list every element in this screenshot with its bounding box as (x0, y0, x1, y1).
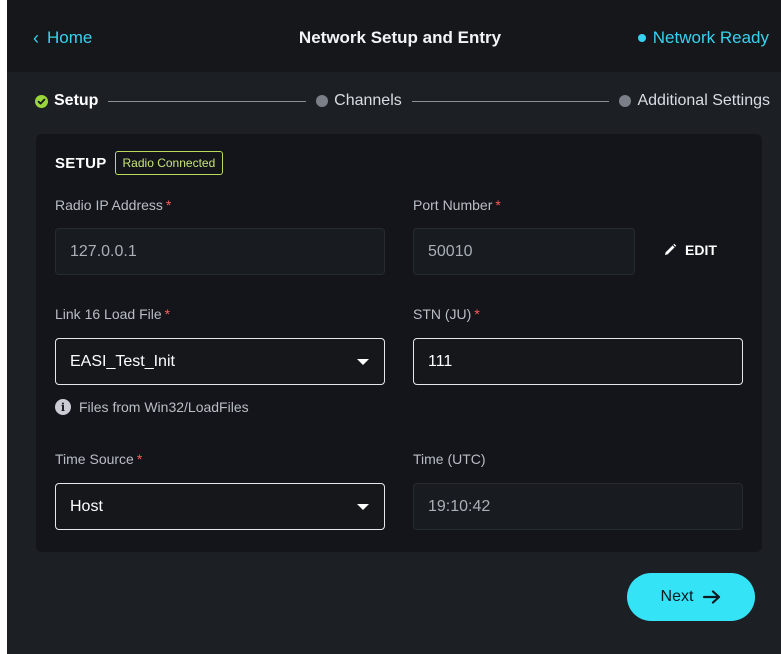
stn-value: 111 (428, 352, 453, 370)
port-number-label: Port Number * (413, 196, 501, 214)
setup-card: SETUP Radio Connected Radio IP Address * … (36, 134, 762, 552)
radio-connected-badge: Radio Connected (114, 151, 224, 175)
home-label: Home (47, 28, 93, 47)
radio-ip-value: 127.0.0.1 (70, 242, 137, 260)
required-marker: * (164, 306, 171, 322)
time-utc-label: Time (UTC) (413, 450, 486, 468)
time-utc-value: 19:10:42 (428, 497, 491, 515)
stn-label: STN (JU) * (413, 305, 480, 323)
edit-label: EDIT (685, 242, 717, 258)
required-marker: * (495, 197, 501, 213)
step-connector (411, 100, 610, 102)
section-title: SETUP (55, 154, 107, 172)
load-file-value: EASI_Test_Init (70, 352, 175, 370)
step-setup[interactable]: Setup (35, 92, 98, 110)
files-hint-text: Files from Win32/LoadFiles (79, 399, 249, 415)
files-hint: i Files from Win32/LoadFiles (55, 399, 249, 415)
radio-ip-label: Radio IP Address * (55, 196, 171, 214)
home-back-link[interactable]: ‹ Home (33, 26, 92, 50)
step-dot-icon (316, 95, 329, 107)
step-channels[interactable]: Channels (316, 92, 402, 110)
time-utc-label-text: Time (UTC) (413, 451, 486, 467)
port-number-label-text: Port Number (413, 197, 493, 213)
header-bar: ‹ Home Network Setup and Entry Network R… (7, 0, 781, 72)
chevron-left-icon: ‹ (33, 28, 39, 48)
load-file-label: Link 16 Load File * (55, 305, 170, 323)
step-setup-label: Setup (54, 92, 99, 109)
time-source-label: Time Source * (55, 450, 142, 468)
time-source-value: Host (70, 497, 103, 515)
caret-down-icon (357, 504, 369, 510)
required-marker: * (136, 451, 143, 467)
edit-button[interactable]: EDIT (663, 242, 717, 258)
network-status-label: Network Ready (652, 28, 769, 47)
step-channels-label: Channels (334, 92, 402, 109)
port-number-value: 50010 (428, 242, 473, 260)
status-dot-icon (637, 34, 646, 42)
network-status: Network Ready (637, 26, 769, 50)
app-window: ‹ Home Network Setup and Entry Network R… (7, 0, 781, 654)
pencil-icon (665, 243, 677, 255)
caret-down-icon (357, 359, 369, 365)
check-circle-icon (35, 94, 48, 108)
stn-input[interactable]: 111 (413, 338, 743, 385)
step-additional-settings-label: Additional Settings (637, 92, 770, 109)
step-additional-settings[interactable]: Additional Settings (619, 92, 770, 110)
radio-ip-field: 127.0.0.1 (55, 228, 385, 275)
required-marker: * (474, 306, 480, 322)
stn-label-text: STN (JU) (413, 306, 472, 322)
required-marker: * (165, 197, 172, 213)
arrow-right-icon (703, 590, 721, 604)
time-source-select[interactable]: Host (55, 483, 385, 530)
next-label: Next (660, 588, 694, 605)
next-button[interactable]: Next (627, 573, 755, 621)
radio-ip-label-text: Radio IP Address (55, 197, 163, 213)
step-dot-icon (619, 95, 632, 107)
info-icon: i (55, 399, 71, 415)
stepper: Setup Channels Additional Settings (35, 88, 770, 114)
time-utc-field: 19:10:42 (413, 483, 743, 530)
section-header: SETUP Radio Connected (55, 151, 224, 175)
page-title: Network Setup and Entry (298, 28, 502, 47)
time-source-label-text: Time Source (55, 451, 134, 467)
load-file-select[interactable]: EASI_Test_Init (55, 338, 385, 385)
step-connector (108, 100, 307, 102)
load-file-label-text: Link 16 Load File (55, 306, 162, 322)
port-number-field: 50010 (413, 228, 635, 275)
